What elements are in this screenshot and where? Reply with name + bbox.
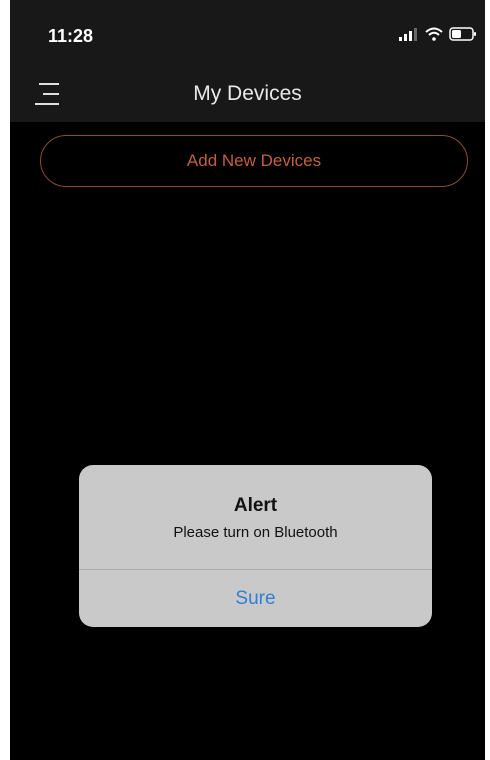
signal-icon xyxy=(399,27,419,46)
status-icons xyxy=(399,26,477,46)
nav-bar: My Devices xyxy=(10,70,485,122)
page-title: My Devices xyxy=(193,82,302,105)
alert-message: Please turn on Bluetooth xyxy=(173,524,338,541)
battery-icon xyxy=(449,26,477,46)
status-time: 11:28 xyxy=(48,26,94,46)
sure-button[interactable]: Sure xyxy=(79,570,432,627)
alert-title: Alert xyxy=(233,495,278,516)
alert-dialog: Alert Please turn on Bluetooth Sure xyxy=(79,465,432,627)
status-bar: 11:28 xyxy=(10,0,485,70)
wifi-icon xyxy=(425,27,443,46)
add-new-devices-button[interactable]: Add New Devices xyxy=(40,135,468,187)
app-screen: 11:28 My Devices Add New Devices Alert P… xyxy=(10,0,485,760)
